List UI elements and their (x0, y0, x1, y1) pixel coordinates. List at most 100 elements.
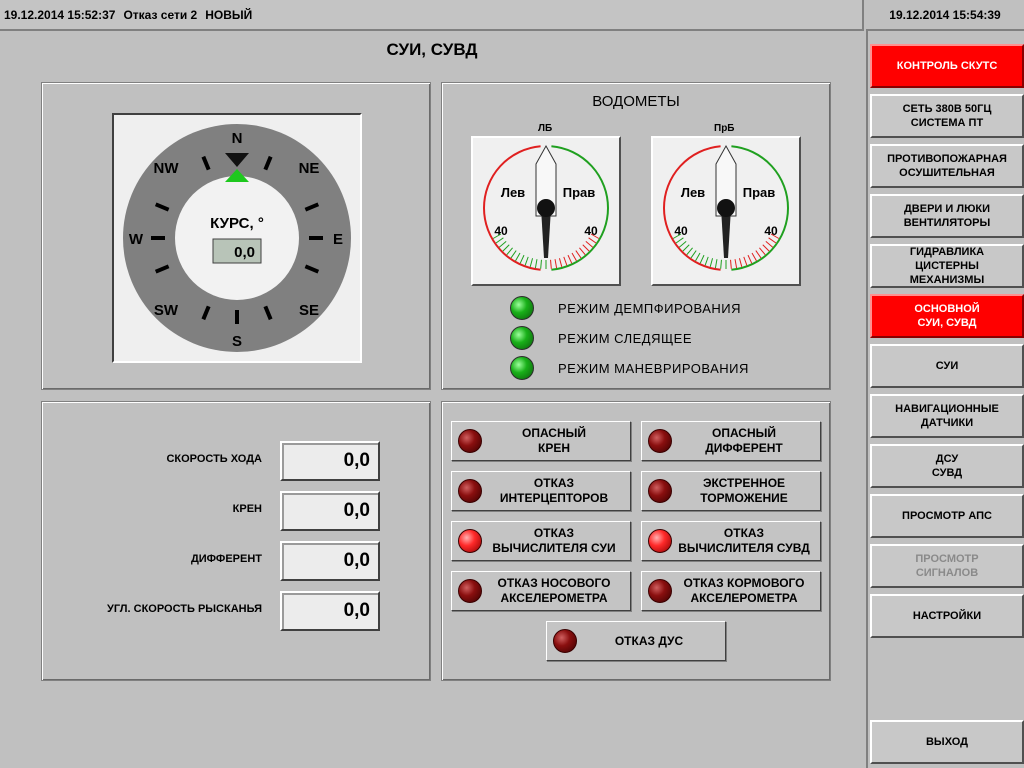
jet-left-scale-left: 40 (494, 224, 508, 238)
nav-dsu-suvd[interactable]: ДСУ СУВД (870, 444, 1024, 488)
alarm-dangerous-trim-lamp (648, 429, 672, 453)
jet-right-scale-tick (730, 259, 732, 269)
mode-following: РЕЖИМ СЛЕДЯЩЕЕ (510, 326, 692, 350)
readout-speed: СКОРОСТЬ ХОДА 0,0 (42, 441, 442, 481)
jet-right-scale-left: 40 (674, 224, 688, 238)
jet-left-scale-tick (498, 241, 507, 248)
jet-right-arc-left (663, 145, 721, 271)
jet-left-scale-tick (554, 259, 558, 269)
compass-frame: N NE E SE S SW W NW КУРС, ° 0,0 (112, 113, 362, 363)
alarm-dangerous-roll[interactable]: ОПАСНЫЙ КРЕН (451, 421, 631, 461)
jet-right-label: ПрБ (714, 123, 735, 134)
readout-roll-label: КРЕН (232, 503, 262, 515)
nav-skuts-control[interactable]: КОНТРОЛЬ СКУТС (870, 44, 1024, 88)
jet-right-scale-tick (720, 259, 722, 269)
alarm-dus-failure-lamp (553, 629, 577, 653)
nav-sui[interactable]: СУИ (870, 344, 1024, 388)
alarm-suvd-computer-failure[interactable]: ОТКАЗ ВЫЧИСЛИТЕЛЯ СУВД (641, 521, 821, 561)
jet-right-arc-right (731, 145, 789, 271)
jet-left-dial: Лев Прав 40 40 (483, 144, 609, 271)
jet-right-pivot-icon (717, 199, 735, 217)
exit-button[interactable]: ВЫХОД (870, 720, 1024, 764)
jet-right-scale-tick (762, 244, 770, 252)
readout-yaw-rate: УГЛ. СКОРОСТЬ РЫСКАНЬЯ 0,0 (42, 591, 442, 631)
jet-left-scale-tick (495, 237, 504, 244)
jet-right-scale-tick (699, 254, 705, 264)
readout-speed-value: 0,0 (280, 441, 380, 481)
alarm-stern-accelerometer-failure[interactable]: ОТКАЗ КОРМОВОГО АКСЕЛЕРОМЕТРА (641, 571, 821, 611)
jet-right-scale-tick (690, 250, 697, 259)
alarm-dus-failure[interactable]: ОТКАЗ ДУС (546, 621, 726, 661)
alarm-dangerous-trim[interactable]: ОПАСНЫЙ ДИФФЕРЕНТ (641, 421, 821, 461)
event-bar: 19.12.2014 15:52:37 Отказ сети 2 НОВЫЙ (0, 0, 864, 31)
jet-left-nozzle (535, 144, 557, 258)
readout-roll: КРЕН 0,0 (42, 491, 442, 531)
alarm-sui-computer-failure[interactable]: ОТКАЗ ВЫЧИСЛИТЕЛЯ СУИ (451, 521, 631, 561)
alarm-bow-accelerometer-failure[interactable]: ОТКАЗ НОСОВОГО АКСЕЛЕРОМЕТРА (451, 571, 631, 611)
jet-right-scale-tick (743, 256, 748, 266)
dir-se: SE (299, 302, 319, 319)
mode-following-led (510, 326, 534, 350)
nav-navigation-sensors[interactable]: НАВИГАЦИОННЫЕ ДАТЧИКИ (870, 394, 1024, 438)
readout-speed-label: СКОРОСТЬ ХОДА (166, 453, 262, 465)
alarm-sui-computer-failure-lamp (458, 529, 482, 553)
jet-right-dial: Лев Прав 40 40 (663, 144, 789, 271)
jet-left-scale-tick (585, 241, 594, 248)
nav-view-aps[interactable]: ПРОСМОТР АПС (870, 494, 1024, 538)
jet-right-scale-tick (686, 247, 693, 256)
jet-left-scale-tick (534, 259, 538, 269)
alarm-emergency-braking[interactable]: ЭКСТРЕННОЕ ТОРМОЖЕНИЕ (641, 471, 821, 511)
nav-fire-drainage[interactable]: ПРОТИВОПОЖАРНАЯ ОСУШИТЕЛЬНАЯ (870, 144, 1024, 188)
alarm-interceptors-failure-lamp (458, 479, 482, 503)
event-text: Отказ сети 2 (123, 7, 198, 22)
jet-left-scale-tick (575, 250, 582, 259)
readout-trim-value: 0,0 (280, 541, 380, 581)
jet-left-gauge: Лев Прав 40 40 (471, 136, 621, 286)
alarm-suvd-computer-failure-lamp (648, 529, 672, 553)
jet-left-arc-left (483, 145, 541, 271)
jet-left-scale-tick (563, 256, 568, 266)
dir-nw: NW (154, 160, 180, 177)
jet-left-scale-tick (506, 247, 513, 256)
jet-left-side-left: Лев (501, 185, 525, 200)
readouts-panel: СКОРОСТЬ ХОДА 0,0 КРЕН 0,0 ДИФФЕРЕНТ 0,0… (41, 401, 431, 681)
readout-yaw-rate-value: 0,0 (280, 591, 380, 631)
jet-right-side-left: Лев (681, 185, 705, 200)
nav-hydraulics[interactable]: ГИДРАВЛИКА ЦИСТЕРНЫ МЕХАНИЗМЫ (870, 244, 1024, 288)
jet-right-scale-tick (738, 258, 743, 268)
dir-sw: SW (154, 302, 179, 319)
compass-dial: N NE E SE S SW W NW КУРС, ° 0,0 (123, 124, 351, 352)
jet-right-scale-tick (675, 237, 684, 244)
jet-left-label: ЛБ (538, 123, 553, 134)
event-status: НОВЫЙ (205, 7, 253, 22)
jet-left-scale-tick (515, 252, 521, 262)
side-nav: КОНТРОЛЬ СКУТС СЕТЬ 380В 50ГЦ СИСТЕМА ПТ … (866, 31, 1024, 768)
jet-right-scale-right: 40 (764, 224, 778, 238)
dir-e: E (333, 231, 343, 248)
nav-main-sui-suvd[interactable]: ОСНОВНОЙ СУИ, СУВД (870, 294, 1024, 338)
compass-center (175, 176, 299, 300)
nav-doors-fans[interactable]: ДВЕРИ И ЛЮКИ ВЕНТИЛЯТОРЫ (870, 194, 1024, 238)
jet-left-scale-tick (550, 259, 552, 269)
jet-left-scale-tick (571, 252, 577, 262)
jet-left-scale-tick (579, 247, 586, 256)
alarm-bow-accelerometer-failure-lamp (458, 579, 482, 603)
nav-settings[interactable]: НАСТРОЙКИ (870, 594, 1024, 638)
jet-left-pivot-icon (537, 199, 555, 217)
alarm-stern-accelerometer-failure-lamp (648, 579, 672, 603)
jet-left-scale-tick (519, 254, 525, 264)
alarm-interceptors-failure[interactable]: ОТКАЗ ИНТЕРЦЕПТОРОВ (451, 471, 631, 511)
jet-left-arc-right (551, 145, 609, 271)
jet-left-scale-tick (502, 244, 510, 252)
jet-right-scale-tick (704, 256, 709, 266)
nav-power-network[interactable]: СЕТЬ 380В 50ГЦ СИСТЕМА ПТ (870, 94, 1024, 138)
mode-damping-label: РЕЖИМ ДЕМПФИРОВАНИЯ (558, 300, 742, 316)
jet-left-scale-tick (510, 250, 517, 259)
mode-maneuvering-label: РЕЖИМ МАНЕВРИРОВАНИЯ (558, 360, 749, 376)
readout-trim-label: ДИФФЕРЕНТ (190, 553, 262, 565)
jet-left-scale-tick (582, 244, 590, 252)
alarm-emergency-braking-lamp (648, 479, 672, 503)
waterjets-title: ВОДОМЕТЫ (592, 93, 680, 110)
dir-s: S (232, 333, 242, 350)
jet-right-scale-tick (747, 254, 753, 264)
